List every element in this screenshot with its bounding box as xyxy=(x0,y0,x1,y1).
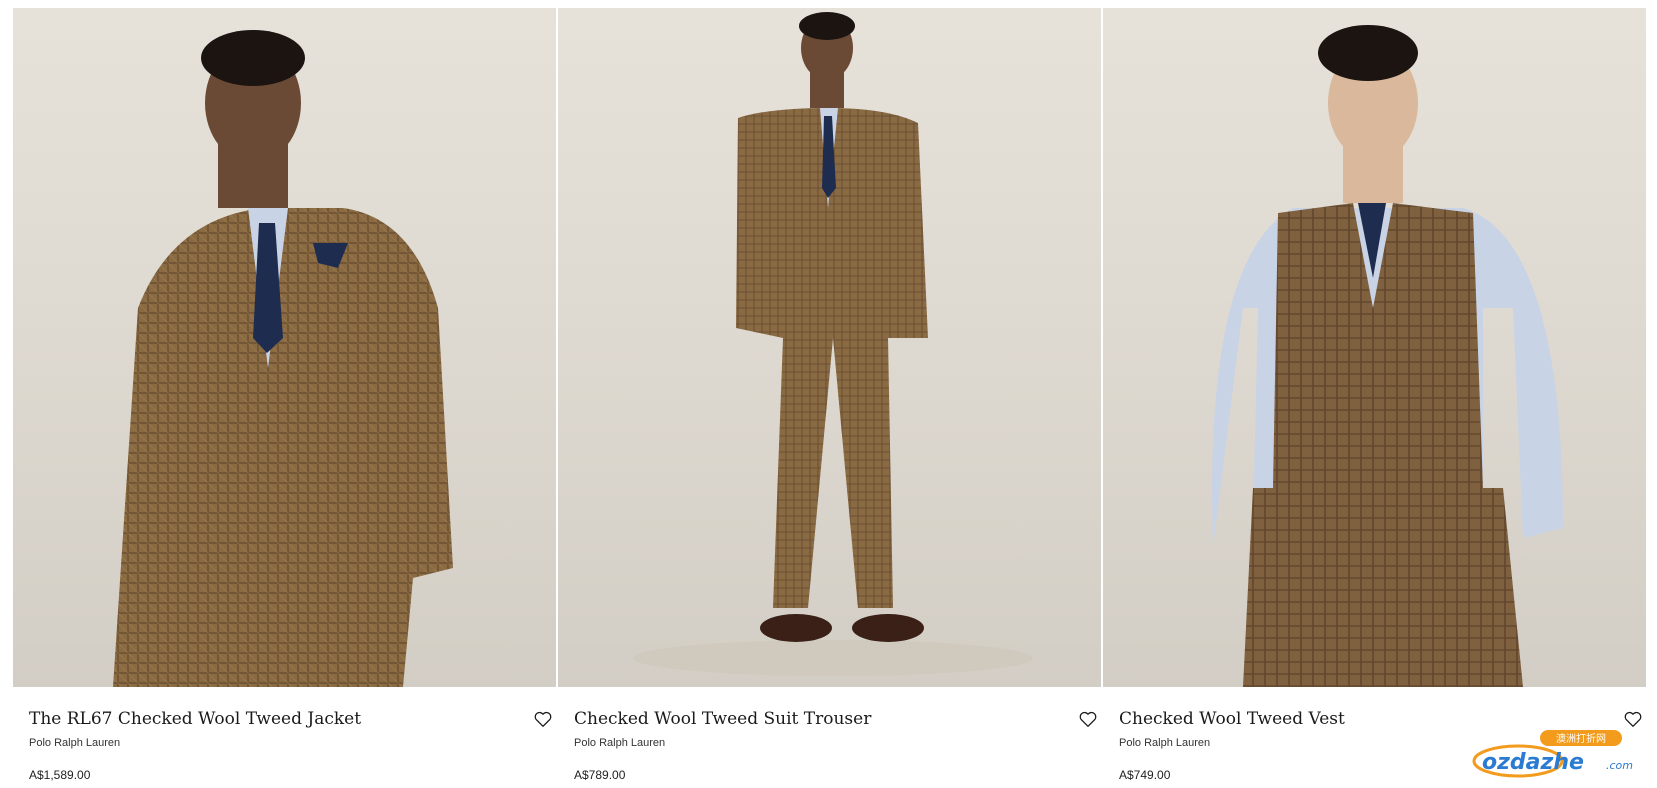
wishlist-button[interactable] xyxy=(532,708,554,730)
product-brand: Polo Ralph Lauren xyxy=(574,737,666,749)
svg-text:ozdazhe: ozdazhe xyxy=(1482,750,1584,775)
product-card[interactable]: The RL67 Checked Wool Tweed Jacket Polo … xyxy=(13,8,556,788)
product-price: A$1,589.00 xyxy=(29,768,91,782)
product-image[interactable] xyxy=(1103,8,1646,687)
model-vest-image xyxy=(1212,25,1563,687)
product-title[interactable]: The RL67 Checked Wool Tweed Jacket xyxy=(29,708,540,730)
wishlist-button[interactable] xyxy=(1622,708,1644,730)
product-info: Checked Wool Tweed Suit Trouser Polo Ral… xyxy=(574,708,1085,782)
watermark-logo: 澳洲打折网 ozdazhe .com xyxy=(1470,728,1650,780)
model-jacket-image xyxy=(113,30,453,687)
product-card[interactable]: Checked Wool Tweed Suit Trouser Polo Ral… xyxy=(558,8,1101,788)
heart-outline-icon xyxy=(1079,711,1097,727)
wishlist-button[interactable] xyxy=(1077,708,1099,730)
product-image[interactable] xyxy=(558,8,1101,687)
heart-outline-icon xyxy=(534,711,552,727)
product-image[interactable] xyxy=(13,8,556,687)
product-info: The RL67 Checked Wool Tweed Jacket Polo … xyxy=(29,708,540,782)
heart-outline-icon xyxy=(1624,711,1642,727)
product-title[interactable]: Checked Wool Tweed Vest xyxy=(1119,708,1630,730)
svg-text:.com: .com xyxy=(1606,759,1633,772)
product-title[interactable]: Checked Wool Tweed Suit Trouser xyxy=(574,708,1085,730)
product-grid: The RL67 Checked Wool Tweed Jacket Polo … xyxy=(13,8,1647,788)
model-trouser-image xyxy=(633,12,1033,676)
product-brand: Polo Ralph Lauren xyxy=(29,737,121,749)
product-price: A$789.00 xyxy=(574,768,626,782)
product-card[interactable]: Checked Wool Tweed Vest Polo Ralph Laure… xyxy=(1103,8,1646,788)
svg-text:澳洲打折网: 澳洲打折网 xyxy=(1556,732,1606,745)
